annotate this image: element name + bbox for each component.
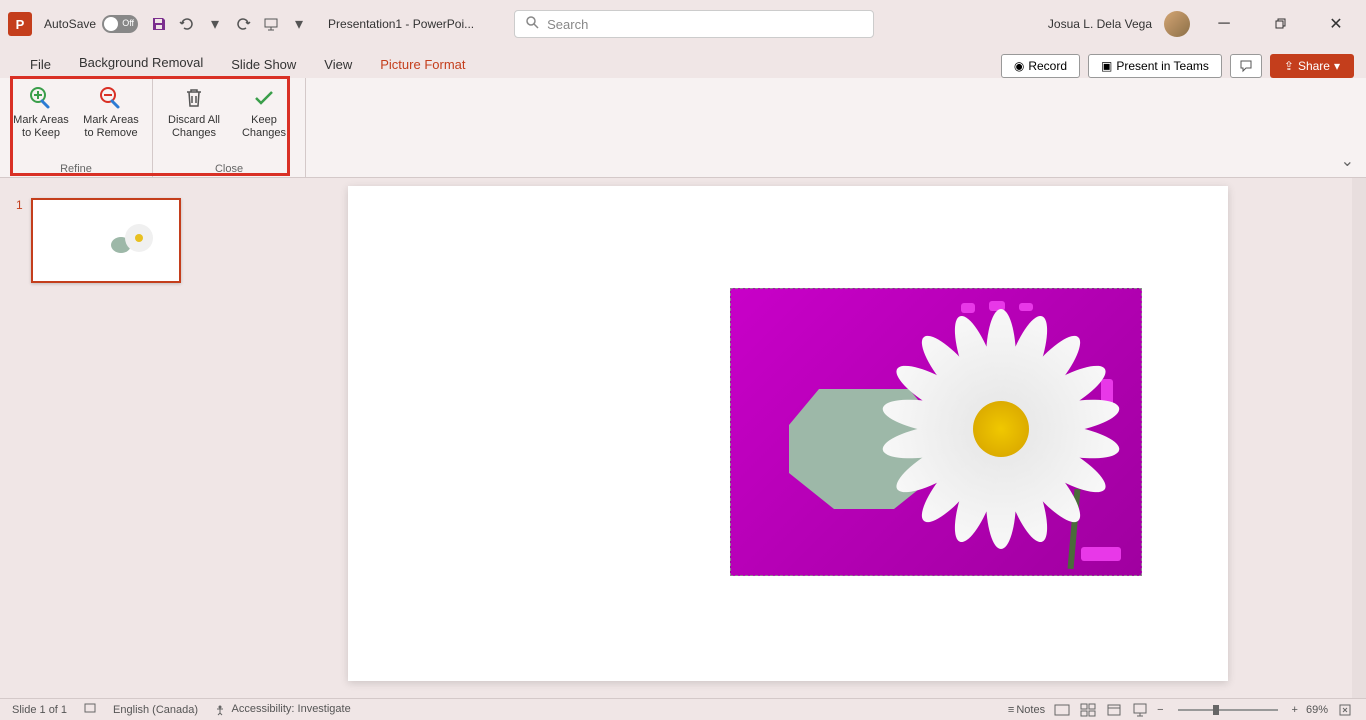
thumbnail-number: 1 bbox=[16, 198, 23, 283]
mark-remove-label: Mark Areas to Remove bbox=[82, 114, 140, 140]
close-group-label: Close bbox=[215, 161, 243, 177]
zoom-in-button[interactable]: + bbox=[1292, 704, 1298, 716]
discard-changes-button[interactable]: Discard All Changes bbox=[161, 82, 227, 161]
status-right-group: ≡Notes − + 69% bbox=[1008, 701, 1354, 719]
discard-label: Discard All Changes bbox=[165, 114, 223, 140]
accessibility-label: Accessibility: Investigate bbox=[232, 703, 351, 715]
check-icon bbox=[250, 84, 278, 112]
mark-keep-icon bbox=[27, 84, 55, 112]
restore-button[interactable] bbox=[1258, 8, 1302, 40]
reading-view-icon[interactable] bbox=[1105, 701, 1123, 719]
ribbon-right-controls: ◉ Record ▣ Present in Teams ⇪ Share ▾ bbox=[1001, 54, 1366, 78]
present-from-start-icon[interactable] bbox=[262, 15, 280, 33]
powerpoint-icon: P bbox=[8, 12, 32, 36]
accessibility-status[interactable]: Accessibility: Investigate bbox=[214, 703, 351, 715]
ribbon-panel: Mark Areas to Keep Mark Areas to Remove … bbox=[0, 78, 1366, 178]
vertical-scrollbar[interactable] bbox=[1352, 178, 1366, 698]
tab-background-removal[interactable]: Background Removal bbox=[65, 49, 217, 78]
present-teams-button[interactable]: ▣ Present in Teams bbox=[1088, 54, 1222, 78]
status-bar: Slide 1 of 1 English (Canada) Accessibil… bbox=[0, 698, 1366, 720]
trash-icon bbox=[180, 84, 208, 112]
mark-remove-icon bbox=[97, 84, 125, 112]
record-icon: ◉ bbox=[1014, 59, 1024, 73]
tab-slideshow[interactable]: Slide Show bbox=[217, 51, 310, 78]
fit-to-window-icon[interactable] bbox=[1336, 701, 1354, 719]
minimize-button[interactable]: ─ bbox=[1202, 8, 1246, 40]
autosave-toggle[interactable]: AutoSave Off bbox=[44, 15, 138, 33]
search-placeholder: Search bbox=[547, 17, 588, 32]
collapse-ribbon-icon[interactable]: ⌄ bbox=[1341, 151, 1354, 171]
zoom-percentage[interactable]: 69% bbox=[1306, 704, 1328, 716]
record-label: Record bbox=[1028, 59, 1067, 73]
redo-icon[interactable] bbox=[234, 15, 252, 33]
share-dropdown-icon: ▾ bbox=[1334, 59, 1340, 73]
document-title: Presentation1 - PowerPoi... bbox=[328, 17, 474, 31]
search-icon bbox=[525, 15, 539, 34]
toggle-switch[interactable]: Off bbox=[102, 15, 138, 33]
mark-areas-remove-button[interactable]: Mark Areas to Remove bbox=[78, 82, 144, 161]
zoom-slider[interactable] bbox=[1178, 709, 1278, 711]
title-bar-right: Josua L. Dela Vega ─ ✕ bbox=[1048, 8, 1358, 40]
selected-picture[interactable] bbox=[730, 288, 1142, 576]
mark-keep-label: Mark Areas to Keep bbox=[12, 114, 70, 140]
thumbnail-flower-icon bbox=[111, 220, 161, 260]
teams-icon: ▣ bbox=[1101, 59, 1112, 73]
ribbon-group-close: Discard All Changes Keep Changes Close bbox=[153, 78, 306, 177]
search-box[interactable]: Search bbox=[514, 10, 874, 38]
user-name: Josua L. Dela Vega bbox=[1048, 17, 1152, 31]
content-area: 1 bbox=[0, 178, 1366, 698]
title-bar: P AutoSave Off ▾ ▾ Presentation1 - Power… bbox=[0, 0, 1366, 48]
language-indicator[interactable]: English (Canada) bbox=[113, 704, 198, 716]
notes-button[interactable]: ≡Notes bbox=[1008, 704, 1045, 716]
keep-label: Keep Changes bbox=[235, 114, 293, 140]
autosave-label: AutoSave bbox=[44, 17, 96, 31]
zoom-slider-thumb[interactable] bbox=[1213, 705, 1219, 715]
tab-picture-format[interactable]: Picture Format bbox=[366, 51, 479, 78]
save-icon[interactable] bbox=[150, 15, 168, 33]
slide-counter[interactable]: Slide 1 of 1 bbox=[12, 704, 67, 716]
present-teams-label: Present in Teams bbox=[1116, 59, 1209, 73]
slide-thumbnail-1[interactable]: 1 bbox=[16, 198, 194, 283]
flower-image bbox=[871, 299, 1131, 559]
notes-label: Notes bbox=[1016, 704, 1045, 716]
thumbnail-preview bbox=[31, 198, 181, 283]
ribbon-group-refine: Mark Areas to Keep Mark Areas to Remove … bbox=[0, 78, 153, 177]
user-avatar[interactable] bbox=[1164, 11, 1190, 37]
qat-customize-icon[interactable]: ▾ bbox=[290, 15, 308, 33]
status-left-group: Slide 1 of 1 English (Canada) Accessibil… bbox=[12, 701, 351, 718]
share-button[interactable]: ⇪ Share ▾ bbox=[1270, 54, 1354, 78]
record-button[interactable]: ◉ Record bbox=[1001, 54, 1080, 78]
undo-icon[interactable] bbox=[178, 15, 196, 33]
slideshow-view-icon[interactable] bbox=[1131, 701, 1149, 719]
spell-check-icon[interactable] bbox=[83, 701, 97, 718]
keep-changes-button[interactable]: Keep Changes bbox=[231, 82, 297, 161]
toggle-state: Off bbox=[122, 18, 134, 28]
share-label: Share bbox=[1298, 59, 1330, 73]
comments-button[interactable] bbox=[1230, 54, 1262, 78]
slide-canvas[interactable] bbox=[348, 186, 1228, 681]
close-button[interactable]: ✕ bbox=[1314, 8, 1358, 40]
mark-areas-keep-button[interactable]: Mark Areas to Keep bbox=[8, 82, 74, 161]
refine-group-label: Refine bbox=[60, 161, 92, 177]
ribbon-tabs: File Background Removal Slide Show View … bbox=[0, 48, 1366, 78]
tab-view[interactable]: View bbox=[310, 51, 366, 78]
slide-sorter-icon[interactable] bbox=[1079, 701, 1097, 719]
zoom-out-button[interactable]: − bbox=[1157, 704, 1163, 716]
thumbnail-pane[interactable]: 1 bbox=[0, 178, 210, 698]
comment-icon bbox=[1239, 59, 1253, 73]
share-icon: ⇪ bbox=[1284, 59, 1294, 73]
quick-access-toolbar: ▾ ▾ bbox=[150, 15, 308, 33]
slide-editor[interactable] bbox=[210, 178, 1366, 698]
tab-file[interactable]: File bbox=[16, 51, 65, 78]
normal-view-icon[interactable] bbox=[1053, 701, 1071, 719]
undo-dropdown-icon[interactable]: ▾ bbox=[206, 15, 224, 33]
